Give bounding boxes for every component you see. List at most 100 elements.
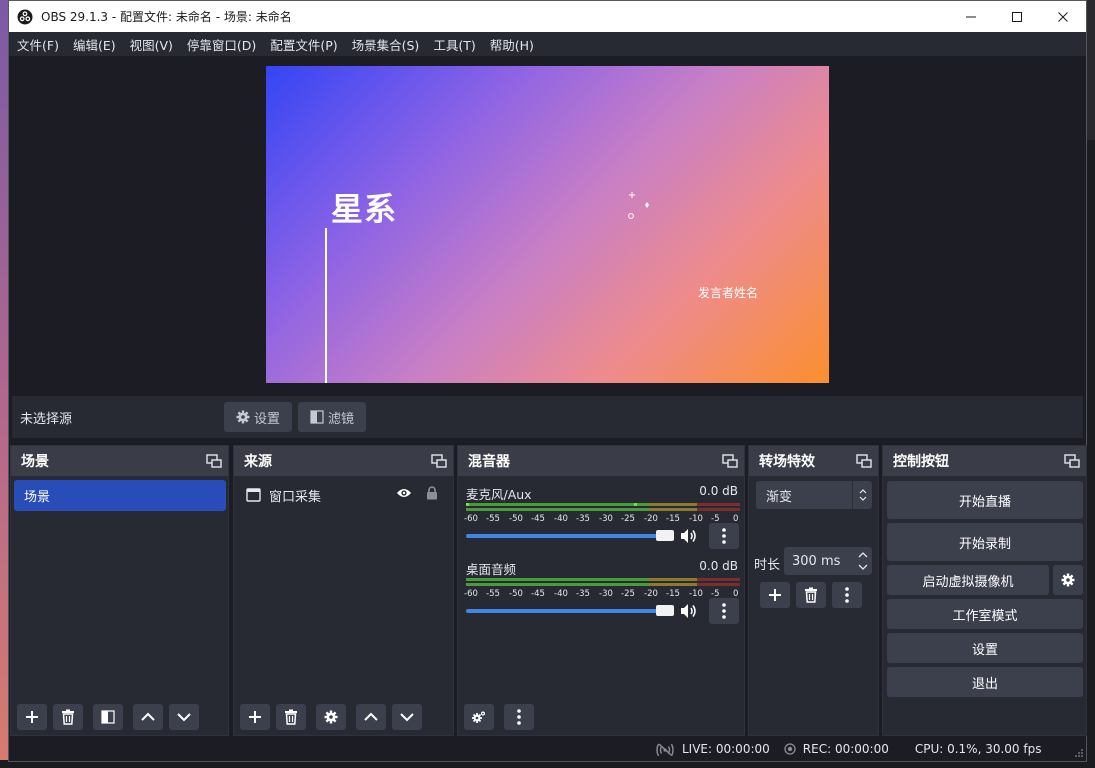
preview-area[interactable]: 星系 发言者姓名 — [9, 56, 1086, 395]
level-meter — [466, 578, 740, 581]
virtual-camera-settings-button[interactable] — [1053, 565, 1083, 595]
dock-float-icon[interactable] — [431, 453, 447, 469]
mixer-dock-title: 混音器 — [468, 454, 510, 470]
source-properties-button[interactable] — [316, 704, 346, 730]
scene-filters-button[interactable] — [93, 704, 123, 730]
remove-transition-button[interactable] — [796, 582, 826, 608]
channel-name: 桌面音频 — [466, 562, 517, 577]
mixer-channel-mic: 麦克风/Aux 0.0 dB -60 -55 -50 -45 -40 -35 -… — [458, 484, 748, 554]
level-meter — [466, 583, 740, 586]
maximize-button[interactable] — [994, 1, 1040, 32]
move-source-down-button[interactable] — [392, 704, 422, 730]
settings-button[interactable]: 设置 — [887, 633, 1083, 663]
status-bar: LIVE: 00:00:00 REC: 00:00:00 CPU: 0.1%, … — [9, 737, 1086, 761]
desktop-background-left — [0, 0, 8, 768]
vertical-ellipsis-icon — [722, 528, 726, 544]
volume-slider[interactable] — [466, 530, 674, 541]
trash-icon — [62, 709, 74, 725]
record-timer: REC: 00:00:00 — [802, 742, 889, 756]
transition-select[interactable]: 渐变 — [756, 481, 872, 509]
channel-menu-button[interactable] — [709, 523, 739, 549]
source-item-label: 窗口采集 — [269, 489, 322, 505]
chevron-up-icon — [141, 712, 155, 721]
add-transition-button[interactable] — [760, 582, 790, 608]
volume-slider[interactable] — [466, 605, 674, 616]
obs-main-window: OBS 29.1.3 - 配置文件: 未命名 - 场景: 未命名 文件(F) 编… — [8, 0, 1087, 762]
preview-accent-line — [325, 228, 327, 383]
move-scene-up-button[interactable] — [133, 704, 163, 730]
mixer-channel-desktop: 桌面音频 0.0 dB -60 -55 -50 -45 -40 -35 -30 … — [458, 559, 748, 629]
sparkle-decoration-icon — [628, 192, 649, 219]
obs-logo-icon — [17, 9, 33, 24]
lock-icon[interactable] — [426, 486, 438, 500]
filter-icon — [310, 410, 324, 424]
controls-dock-title: 控制按钮 — [893, 454, 949, 470]
start-streaming-button[interactable]: 开始直播 — [887, 481, 1083, 519]
add-scene-button[interactable] — [17, 704, 47, 730]
menu-tools[interactable]: 工具(T) — [427, 35, 481, 54]
transitions-toolbar — [754, 582, 862, 608]
desktop-background-right — [1087, 0, 1095, 768]
spin-arrows-icon[interactable] — [856, 549, 870, 573]
audio-advanced-settings-button[interactable] — [464, 704, 494, 730]
chevron-down-icon — [400, 713, 414, 722]
preview-canvas[interactable]: 星系 发言者姓名 — [266, 66, 829, 383]
volume-slider-handle[interactable] — [656, 605, 674, 616]
speaker-volume-icon[interactable] — [680, 603, 698, 619]
menu-edit[interactable]: 编辑(E) — [67, 35, 122, 54]
source-toolbar: 未选择源 设置 滤镜 — [12, 396, 1083, 438]
transition-menu-button[interactable] — [832, 582, 862, 608]
window-capture-icon — [246, 488, 261, 502]
volume-slider-handle[interactable] — [656, 530, 674, 541]
remove-scene-button[interactable] — [53, 704, 83, 730]
meter-scale: -60 -55 -50 -45 -40 -35 -30 -25 -20 -15 … — [464, 514, 739, 524]
scene-list-item[interactable]: 场景 — [14, 480, 226, 511]
cpu-fps-status: CPU: 0.1%, 30.00 fps — [914, 742, 1042, 756]
add-source-button[interactable] — [240, 704, 270, 730]
start-virtual-camera-button[interactable]: 启动虚拟摄像机 — [887, 565, 1049, 595]
channel-menu-button[interactable] — [709, 598, 739, 624]
source-settings-button[interactable]: 设置 — [224, 402, 293, 432]
title-bar: OBS 29.1.3 - 配置文件: 未命名 - 场景: 未命名 — [9, 1, 1086, 32]
mixer-menu-button[interactable] — [504, 704, 534, 730]
trash-icon — [285, 709, 297, 725]
duration-label: 时长 — [754, 558, 781, 573]
level-meter — [466, 503, 740, 506]
meter-scale: -60 -55 -50 -45 -40 -35 -30 -25 -20 -15 … — [464, 589, 739, 599]
move-scene-down-button[interactable] — [169, 704, 199, 730]
gear-icon — [324, 710, 338, 724]
move-source-up-button[interactable] — [356, 704, 386, 730]
transitions-dock: 转场特效 渐变 时长 300 ms — [748, 445, 879, 736]
menu-file[interactable]: 文件(F) — [11, 35, 65, 54]
vertical-ellipsis-icon — [722, 603, 726, 619]
exit-button[interactable]: 退出 — [887, 667, 1083, 697]
resize-grip-icon[interactable] — [1074, 748, 1084, 758]
studio-mode-button[interactable]: 工作室模式 — [887, 599, 1083, 629]
duration-spinbox[interactable]: 300 ms — [784, 547, 872, 575]
speaker-volume-icon[interactable] — [680, 528, 698, 544]
menu-profile[interactable]: 配置文件(P) — [264, 35, 343, 54]
remove-source-button[interactable] — [276, 704, 306, 730]
menu-help[interactable]: 帮助(H) — [484, 35, 540, 54]
eye-visibility-icon[interactable] — [396, 487, 412, 499]
scenes-toolbar — [11, 703, 199, 731]
window-title: OBS 29.1.3 - 配置文件: 未命名 - 场景: 未命名 — [41, 10, 292, 24]
menu-scene-collection[interactable]: 场景集合(S) — [346, 35, 426, 54]
source-filters-button[interactable]: 滤镜 — [298, 402, 367, 432]
dock-float-icon[interactable] — [206, 453, 222, 469]
vertical-ellipsis-icon — [845, 587, 849, 603]
mixer-dock: 混音器 麦克风/Aux 0.0 dB -60 -55 -50 -45 -40 -… — [457, 445, 745, 736]
source-list-item[interactable]: 窗口采集 — [234, 480, 452, 510]
network-signal-icon — [656, 743, 674, 756]
menu-view[interactable]: 视图(V) — [124, 35, 179, 54]
dock-float-icon[interactable] — [856, 453, 872, 469]
mixer-toolbar — [458, 703, 534, 731]
dock-float-icon[interactable] — [722, 453, 738, 469]
dock-float-icon[interactable] — [1064, 453, 1080, 469]
minimize-button[interactable] — [948, 1, 994, 32]
scene-item-label: 场景 — [24, 490, 51, 505]
menu-docks[interactable]: 停靠窗口(D) — [181, 35, 262, 54]
minimize-icon — [966, 16, 976, 17]
start-recording-button[interactable]: 开始录制 — [887, 523, 1083, 561]
close-button[interactable] — [1040, 1, 1086, 32]
